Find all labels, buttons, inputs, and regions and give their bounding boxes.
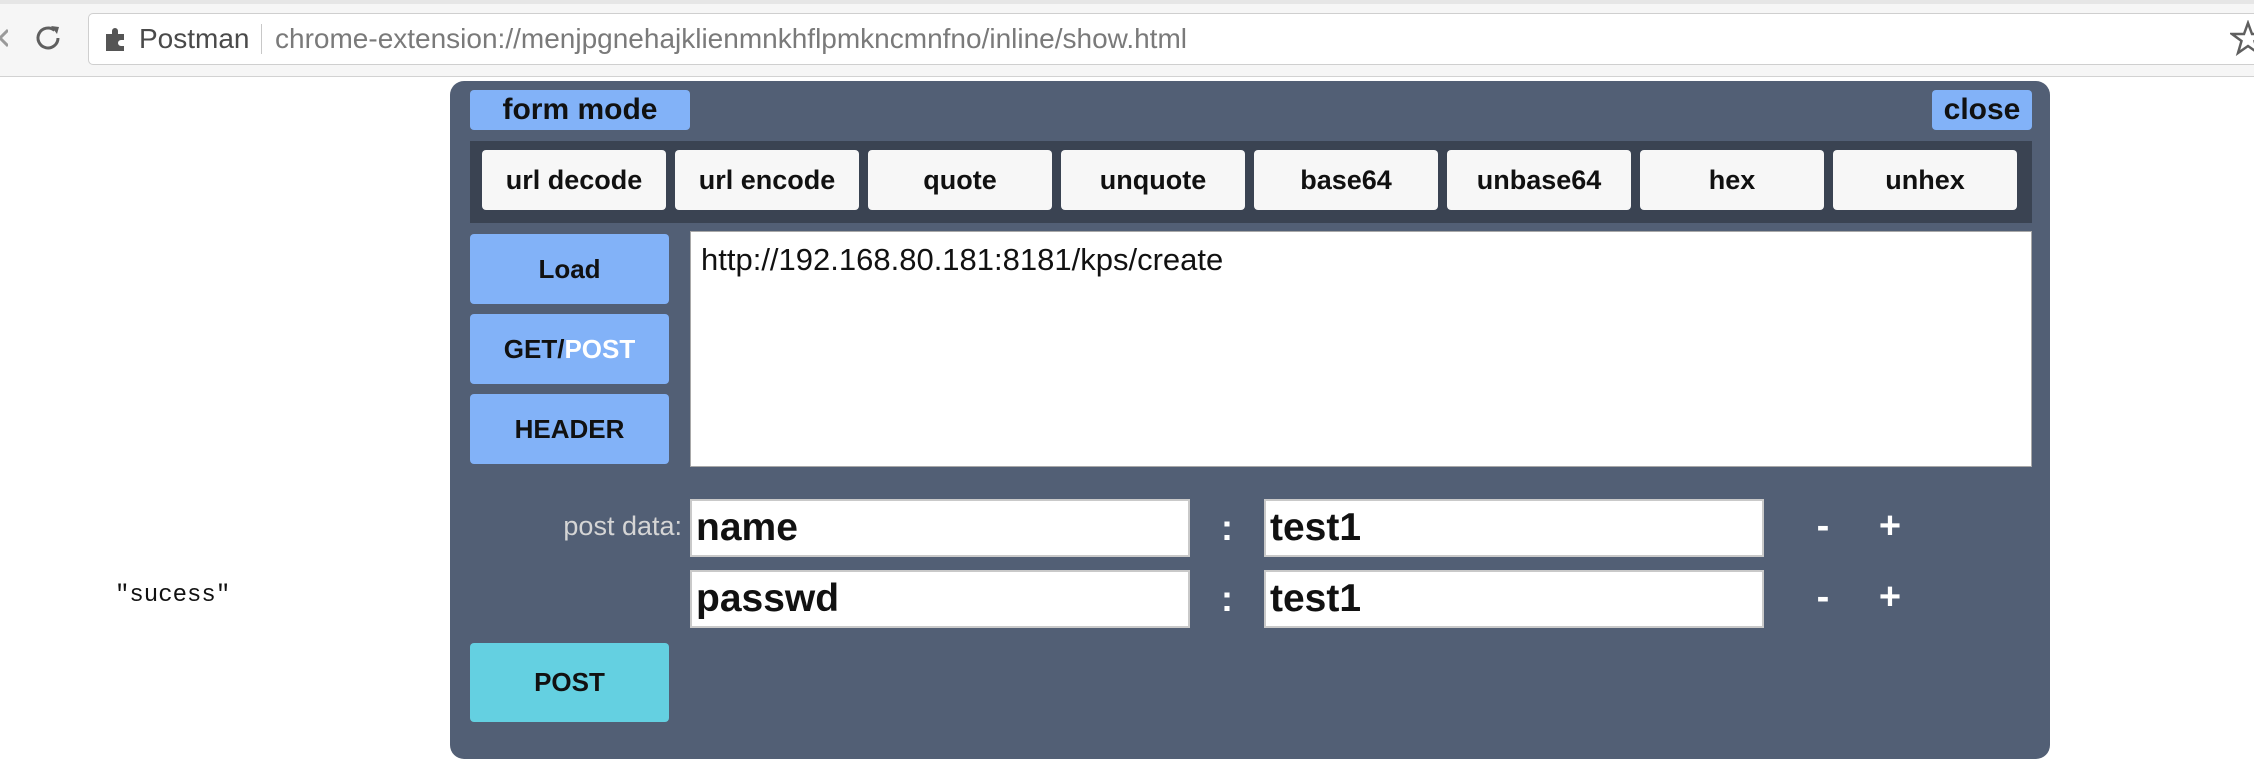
quote-button[interactable]: quote [868,150,1052,210]
add-row-button[interactable]: + [1870,505,1910,548]
method-post-label: POST [564,334,636,364]
post-value-input[interactable]: test1 [1264,499,1764,557]
response-output: "sucess" [115,582,231,609]
url-decode-button[interactable]: url decode [482,150,666,210]
reload-icon[interactable] [32,22,64,54]
bookmark-star-icon[interactable] [2230,20,2254,56]
close-button[interactable]: close [1932,90,2032,130]
url-encode-button[interactable]: url encode [675,150,859,210]
back-arrow-icon[interactable] [0,28,8,48]
unquote-button[interactable]: unquote [1061,150,1245,210]
method-toggle-button[interactable]: GET/POST [470,314,669,384]
post-submit-button[interactable]: POST [470,643,669,722]
method-get-label: GET/ [503,334,565,364]
request-panel: form mode close url decode url encode qu… [450,81,2050,759]
tab-strip [0,0,2254,4]
url-textarea[interactable]: http://192.168.80.181:8181/kps/create [690,231,2032,467]
key-value-separator: : [1221,507,1233,548]
add-row-button[interactable]: + [1870,576,1910,619]
key-value-separator: : [1221,578,1233,619]
unbase64-button[interactable]: unbase64 [1447,150,1631,210]
address-url[interactable]: chrome-extension://menjpgnehajklienmnkhf… [275,23,1187,55]
unhex-button[interactable]: unhex [1833,150,2017,210]
post-value-input[interactable]: test1 [1264,570,1764,628]
browser-toolbar: Postman chrome-extension://menjpgnehajkl… [0,0,2254,77]
form-mode-button[interactable]: form mode [470,90,690,130]
extension-puzzle-icon [106,28,124,51]
address-bar[interactable]: Postman chrome-extension://menjpgnehajkl… [88,13,2254,65]
remove-row-button[interactable]: - [1803,505,1843,548]
encoding-toolbar: url decode url encode quote unquote base… [470,141,2032,223]
address-separator [261,24,262,54]
base64-button[interactable]: base64 [1254,150,1438,210]
post-key-input[interactable]: name [690,499,1190,557]
remove-row-button[interactable]: - [1803,576,1843,619]
load-button[interactable]: Load [470,234,669,304]
post-data-label: post data: [563,511,682,541]
hex-button[interactable]: hex [1640,150,1824,210]
extension-name: Postman [139,23,250,54]
header-button[interactable]: HEADER [470,394,669,464]
post-key-input[interactable]: passwd [690,570,1190,628]
